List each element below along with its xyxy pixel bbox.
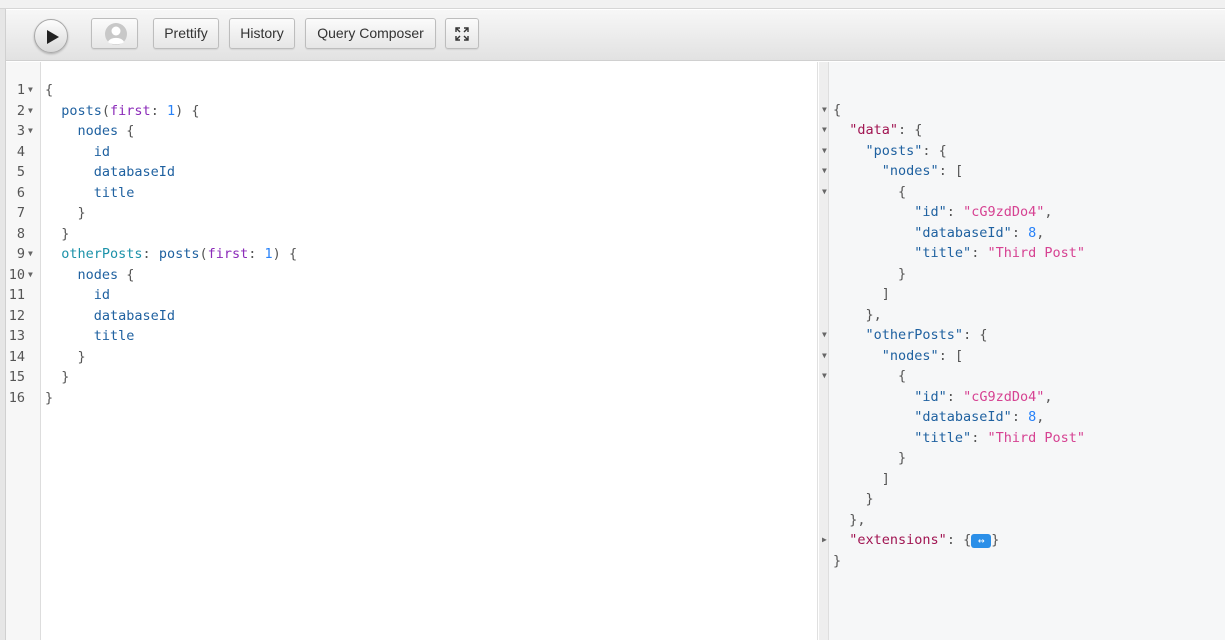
result-line: } (833, 491, 874, 507)
fold-arrow-icon[interactable]: ▼ (28, 244, 33, 264)
result-line: ▼ "nodes": [ (822, 348, 964, 364)
result-line: } (833, 266, 907, 282)
query-code[interactable]: { (45, 80, 53, 100)
execute-query-button[interactable] (34, 19, 68, 53)
query-code[interactable]: databaseId (45, 306, 175, 326)
query-line: 5 databaseId (6, 162, 818, 182)
result-viewer[interactable]: ▼{ ▼ "data": { ▼ "posts": { ▼ "nodes": [… (819, 62, 1225, 640)
line-number: 13 (8, 328, 25, 344)
query-code[interactable]: nodes { (45, 265, 135, 285)
fold-arrow-icon[interactable]: ▼ (28, 101, 33, 121)
result-line: ▶ "extensions": {↔} (822, 532, 1000, 548)
result-line: "databaseId": 8, (914, 409, 1045, 425)
result-line: "title": "Third Post" (914, 430, 1085, 446)
line-number: 3 (16, 123, 25, 139)
result-line: "databaseId": 8, (914, 225, 1045, 241)
query-line: 13 title (6, 326, 818, 346)
prettify-button[interactable]: Prettify (153, 18, 219, 49)
fullscreen-icon (455, 27, 469, 41)
history-button[interactable]: History (229, 18, 295, 49)
line-number: 12 (8, 307, 25, 324)
result-line: ] (833, 471, 890, 487)
query-code[interactable]: } (45, 347, 86, 367)
query-line: 15 } (6, 367, 818, 387)
query-line: 8 } (6, 224, 818, 244)
query-line: 3 ▼ nodes { (6, 121, 818, 141)
query-line: 1 ▼ { (6, 80, 818, 100)
query-line: 14 } (6, 347, 818, 367)
line-number: 10 (8, 266, 25, 283)
window-top-border (0, 0, 1225, 9)
line-number: 9 (16, 246, 25, 262)
line-number: 6 (16, 184, 25, 201)
query-code[interactable]: otherPosts: posts(first: 1) { (45, 244, 297, 264)
query-line: 4 id (6, 142, 818, 162)
query-code[interactable]: nodes { (45, 121, 135, 141)
result-line: ▼{ (822, 102, 842, 118)
line-number: 5 (16, 164, 25, 180)
query-composer-button[interactable]: Query Composer (305, 18, 436, 49)
query-code[interactable]: databaseId (45, 162, 175, 182)
user-avatar-icon (105, 23, 127, 45)
result-line: }, (833, 512, 866, 528)
query-line: 9 ▼ otherPosts: posts(first: 1) { (6, 244, 818, 264)
toolbar: Prettify History Query Composer (6, 10, 1225, 61)
result-line: ▼ { (822, 368, 907, 384)
result-line: } (833, 553, 842, 569)
query-code[interactable]: id (45, 142, 110, 162)
fold-arrow-icon[interactable]: ▼ (28, 80, 33, 100)
result-line: "id": "cG9zdDo4", (914, 204, 1053, 220)
line-number: 7 (16, 205, 25, 221)
result-line: ▼ { (822, 184, 907, 200)
fold-arrow-icon[interactable]: ▼ (28, 121, 33, 141)
result-line: ] (833, 286, 890, 302)
line-number: 1 (16, 82, 25, 98)
query-line: 2 ▼ posts(first: 1) { (6, 101, 818, 121)
query-code[interactable]: posts(first: 1) { (45, 101, 199, 121)
line-number: 4 (16, 143, 25, 160)
query-code[interactable]: } (45, 388, 53, 408)
query-line: 12 databaseId (6, 306, 818, 326)
result-line: }, (833, 307, 882, 323)
query-line: 10 ▼ nodes { (6, 265, 818, 285)
result-line: ▼ "nodes": [ (822, 163, 964, 179)
result-line: "title": "Third Post" (914, 245, 1085, 261)
query-code[interactable]: id (45, 285, 110, 305)
line-number: 14 (8, 348, 25, 365)
line-number: 8 (16, 225, 25, 242)
result-line: ▼ "posts": { (822, 143, 947, 159)
fold-arrow-icon[interactable]: ▼ (28, 265, 33, 285)
line-number: 11 (8, 287, 25, 303)
query-line: 7 } (6, 203, 818, 223)
result-line: } (833, 450, 907, 466)
query-line: 6 title (6, 183, 818, 203)
query-code[interactable]: } (45, 203, 86, 223)
line-number: 16 (8, 389, 25, 406)
query-code[interactable]: } (45, 224, 69, 244)
query-editor[interactable]: 1 ▼{2 ▼ posts(first: 1) {3 ▼ nodes {4 id 5 d… (6, 62, 818, 640)
result-line: "id": "cG9zdDo4", (914, 389, 1053, 405)
line-number: 15 (8, 369, 25, 385)
user-avatar-button[interactable] (91, 18, 138, 49)
query-code[interactable]: title (45, 183, 135, 203)
query-code[interactable]: title (45, 326, 135, 346)
line-number: 2 (16, 102, 25, 119)
play-icon (47, 30, 59, 44)
query-line: 11 id (6, 285, 818, 305)
result-line: ▼ "otherPosts": { (822, 327, 988, 343)
query-code[interactable]: } (45, 367, 69, 387)
query-line: 16} (6, 388, 818, 408)
fullscreen-button[interactable] (445, 18, 479, 49)
result-line: ▼ "data": { (822, 122, 923, 138)
